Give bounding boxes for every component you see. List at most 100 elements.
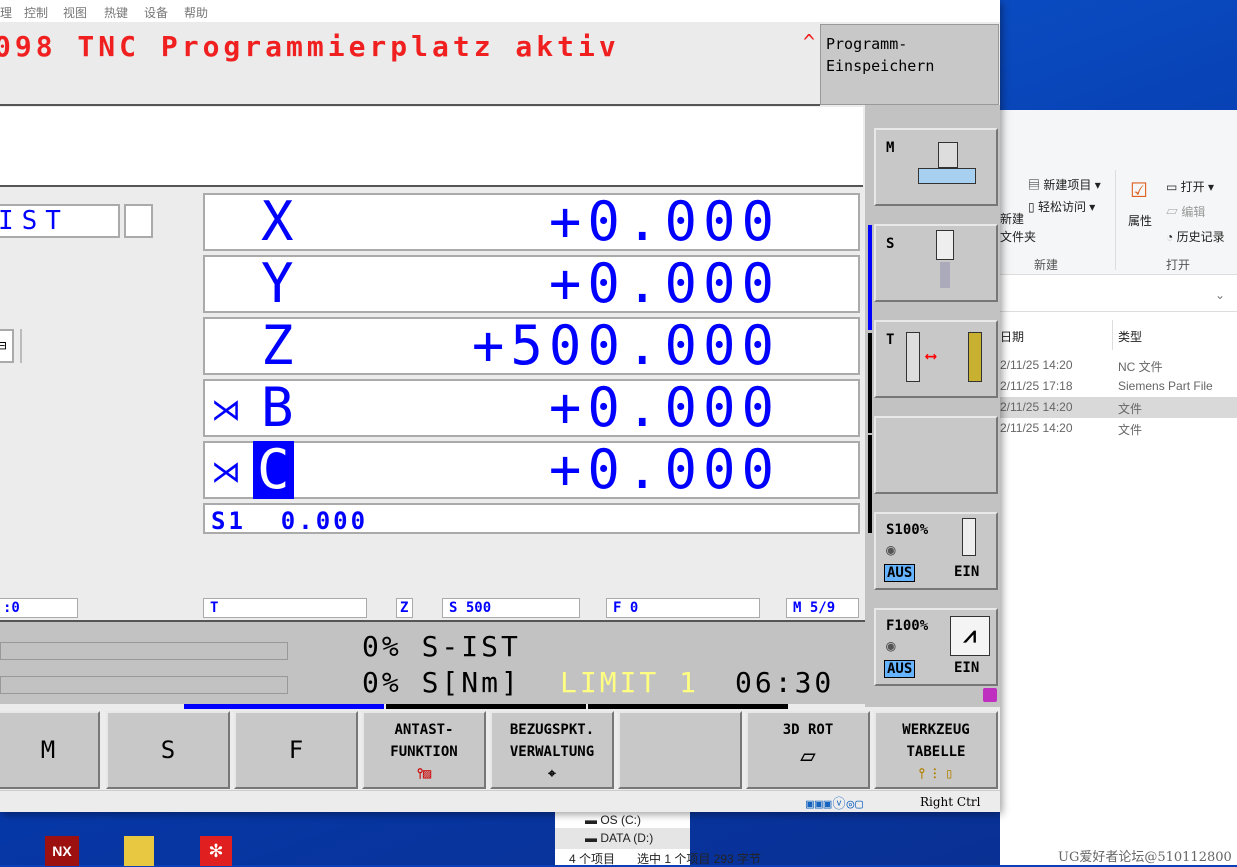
program-store-softkey[interactable]: Programm- Einspeichern	[820, 24, 999, 105]
dwg-desktop-icon[interactable]	[124, 836, 154, 866]
virtual-machine-window: 理 控制 视图 热键 设备 帮助 098 TNC Programmierplat…	[0, 0, 1000, 812]
softkey-label: FUNKTION	[390, 744, 458, 760]
softkey-label: BEZUGSPKT.	[509, 722, 595, 738]
open-button[interactable]: ▭ 打开 ▾	[1166, 178, 1214, 195]
axis-value: +500.000	[471, 314, 780, 377]
vertical-softkey-bar: M S T ⟷ S100% ◉ AUS EIN F100% ◉ AUS EIN ⩘	[865, 105, 1000, 707]
tools-icon: ⫯ ⫶ ▯	[918, 766, 954, 782]
probing-softkey[interactable]: ANTAST- FUNKTION ⫯▨	[362, 711, 486, 789]
error-message[interactable]: 098 TNC Programmierplatz aktiv	[0, 30, 620, 63]
menu-item-help[interactable]: 帮助	[184, 4, 208, 21]
group-new-label: 新建	[1034, 258, 1059, 272]
spindle-override-softkey[interactable]: S100% ◉ AUS EIN	[874, 512, 998, 590]
easy-access-button[interactable]: ▯ 轻松访问 ▾	[1028, 198, 1095, 215]
column-header-type[interactable]: 类型	[1118, 328, 1142, 345]
preset-table-softkey[interactable]: BEZUGSPKT. VERWALTUNG ⌖	[490, 711, 614, 789]
softkey-label: Programm-	[826, 35, 908, 53]
group-open-label: 打开	[1166, 258, 1191, 272]
address-bar[interactable]: ⌄	[1000, 282, 1237, 312]
empty-softkey[interactable]	[874, 416, 998, 494]
m-softkey[interactable]: M	[0, 711, 100, 789]
message-header: 098 TNC Programmierplatz aktiv ^	[0, 22, 820, 106]
tool-table-softkey[interactable]: WERKZEUG TABELLE ⫯ ⫶ ▯	[874, 711, 998, 789]
axis-value: +0.000	[548, 438, 780, 501]
menu-item[interactable]: 理	[0, 4, 12, 21]
axis-row-b: ⋊ B +0.000	[203, 379, 860, 437]
menu-item-control[interactable]: 控制	[24, 4, 48, 21]
column-header-date[interactable]: 日期	[1000, 328, 1024, 345]
new-folder-label-2: 文件夹	[1000, 230, 1037, 244]
file-type: Siemens Part File	[1118, 379, 1213, 393]
menu-item-devices[interactable]: 设备	[144, 4, 168, 21]
m-function-softkey[interactable]: M	[874, 128, 998, 206]
axis-value: +0.000	[548, 190, 780, 253]
axis-label: Z	[261, 314, 294, 377]
vm-menubar: 理 控制 视图 热键 设备 帮助	[0, 0, 1000, 22]
axis-value: +0.000	[548, 252, 780, 315]
file-row[interactable]: 2/11/25 17:18 Siemens Part File	[1000, 376, 1237, 397]
softkey-label: S100%	[886, 522, 929, 538]
softkey-label: ANTAST-	[394, 722, 454, 738]
properties-button[interactable]: 属性	[1128, 212, 1152, 229]
chevron-down-icon[interactable]: ⌄	[1215, 288, 1225, 302]
softkey-label: WERKZEUG	[902, 722, 970, 738]
menu-item-view[interactable]: 视图	[63, 4, 87, 21]
file-type: 文件	[1118, 402, 1143, 416]
axis-label: Y	[261, 252, 294, 315]
s-softkey[interactable]: S	[106, 711, 230, 789]
file-type: NC 文件	[1118, 360, 1163, 374]
item-count: 4 个项目	[569, 852, 616, 866]
history-label: 历史记录	[1176, 230, 1225, 244]
app-desktop-icon[interactable]: ✻	[200, 836, 232, 866]
file-row[interactable]: 2/11/25 14:20 文件	[1000, 418, 1237, 439]
drive-c[interactable]: ▬ OS (C:)	[585, 813, 641, 827]
host-key-label: Right Ctrl	[920, 795, 981, 809]
tool-call-softkey[interactable]: T ⟷	[874, 320, 998, 398]
tool-icon	[906, 332, 920, 382]
dial-icon: ◉	[886, 540, 896, 559]
nx-desktop-icon[interactable]: NX	[45, 836, 79, 866]
new-item-button[interactable]: ▤ 新建项目 ▾	[1028, 176, 1101, 193]
load-panel: 0% S-IST 0% S[Nm] LIMIT 1 06:30	[0, 620, 865, 704]
swap-arrow-icon: ⟷	[926, 346, 936, 365]
axis-label: X	[261, 190, 294, 253]
zigzag-icon: ⩘	[950, 616, 990, 656]
softkey-label: F	[288, 736, 304, 764]
torque-bar	[0, 676, 288, 694]
vm-device-icons[interactable]: ▣▣▣ⓥ◎▢	[806, 793, 864, 812]
axis-clamp-icon: ⋊	[211, 393, 241, 428]
ein-label: EIN	[954, 564, 980, 580]
axis-value: +0.000	[548, 376, 780, 439]
crosshair-icon: ⌖	[548, 766, 556, 782]
feed-override-softkey[interactable]: F100% ◉ AUS EIN ⩘	[874, 608, 998, 686]
open-label: 打开	[1180, 180, 1205, 194]
file-date: 2/11/25 17:18	[1000, 379, 1073, 393]
empty-field	[124, 204, 153, 238]
spindle-display: S1 0.000	[203, 503, 860, 535]
selection-info: 选中 1 个项目 293 字节	[637, 852, 762, 866]
softkey-label: 3D ROT	[782, 722, 834, 738]
file-row[interactable]: 2/11/25 14:20 NC 文件	[1000, 355, 1237, 376]
help-book-icon[interactable]	[983, 688, 997, 702]
spindle-icon	[936, 230, 954, 260]
menu-item-hotkeys[interactable]: 热键	[104, 4, 128, 21]
edit-button[interactable]: ▱ 编辑	[1166, 203, 1205, 220]
new-folder-label[interactable]: 新建	[1000, 210, 1024, 227]
axis-row-c: ⋊ C +0.000	[203, 441, 860, 499]
edit-label: 编辑	[1181, 205, 1206, 219]
file-date: 2/11/25 14:20	[1000, 358, 1073, 372]
f-softkey[interactable]: F	[234, 711, 358, 789]
file-row[interactable]: 2/11/25 14:20 文件	[1000, 397, 1237, 418]
softkey-label: F100%	[886, 618, 929, 634]
drill-icon	[968, 332, 982, 382]
status-field-left: :0	[0, 598, 78, 618]
empty-softkey[interactable]	[618, 711, 742, 789]
drive-d[interactable]: ▬ DATA (D:)	[585, 831, 653, 845]
spindle-softkey[interactable]: S	[874, 224, 998, 302]
axis-clamp-icon: ⋊	[211, 455, 241, 490]
history-button[interactable]: ◔ 历史记录	[1166, 228, 1225, 245]
axis-row-z: Z +500.000	[203, 317, 860, 375]
3d-rot-softkey[interactable]: 3D ROT ▱	[746, 711, 870, 789]
vm-statusbar: ▣▣▣ⓥ◎▢ Right Ctrl	[0, 790, 1000, 812]
softkey-label: S	[886, 236, 895, 252]
